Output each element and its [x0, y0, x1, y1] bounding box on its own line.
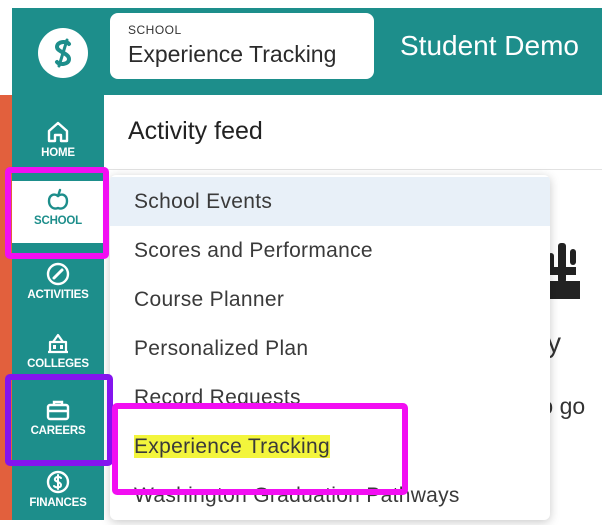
sidebar-item-home[interactable]: HOME [12, 113, 104, 175]
home-icon [47, 121, 69, 143]
logo-mark-icon [54, 38, 72, 68]
page-title: Activity feed [128, 117, 263, 145]
context-section-label: SCHOOL [128, 23, 182, 37]
apple-icon [47, 188, 69, 210]
menu-item-record-requests[interactable]: Record Requests [110, 373, 550, 422]
top-header: SCHOOL Experience Tracking Student Demo [12, 8, 602, 95]
context-title-box[interactable]: SCHOOL Experience Tracking [110, 13, 374, 79]
context-page-title: Experience Tracking [128, 41, 337, 67]
sidebar-item-school[interactable]: SCHOOL [12, 181, 104, 243]
student-name: Student Demo [400, 30, 579, 61]
briefcase-icon [46, 400, 70, 421]
activity-feed-bar: Activity feed [104, 95, 602, 170]
app-logo[interactable] [38, 28, 88, 78]
sidebar-item-careers[interactable]: CAREERS [12, 391, 104, 453]
sidebar-item-label: ACTIVITIES [27, 289, 89, 301]
sidebar-item-label: FINANCES [29, 497, 87, 509]
menu-item-scores-and-performance[interactable]: Scores and Performance [110, 226, 550, 275]
decorative-orange-strip [0, 95, 12, 520]
menu-item-experience-tracking[interactable]: Experience Tracking [110, 422, 550, 471]
sidebar-item-label: SCHOOL [34, 215, 82, 227]
sidebar-item-activities[interactable]: ACTIVITIES [12, 255, 104, 317]
school-dropdown-menu: School Events Scores and Performance Cou… [110, 175, 550, 520]
menu-item-washington-graduation-pathways[interactable]: Washington Graduation Pathways [110, 471, 550, 520]
menu-item-school-events[interactable]: School Events [110, 177, 550, 226]
sidebar-item-label: COLLEGES [27, 358, 89, 370]
sidebar-item-colleges[interactable]: COLLEGES [12, 324, 104, 386]
building-icon [48, 333, 68, 354]
pencil-icon [46, 262, 70, 286]
sidebar-item-label: CAREERS [30, 425, 86, 437]
sidebar-nav: HOME SCHOOL ACTIVITIES COLLEGES CAREERS [12, 95, 104, 520]
menu-item-label-highlighted: Experience Tracking [134, 435, 330, 458]
sidebar-item-label: HOME [41, 147, 75, 159]
menu-item-course-planner[interactable]: Course Planner [110, 275, 550, 324]
sidebar-item-finances[interactable]: FINANCES [12, 463, 104, 525]
dollar-icon [46, 470, 70, 494]
menu-item-personalized-plan[interactable]: Personalized Plan [110, 324, 550, 373]
